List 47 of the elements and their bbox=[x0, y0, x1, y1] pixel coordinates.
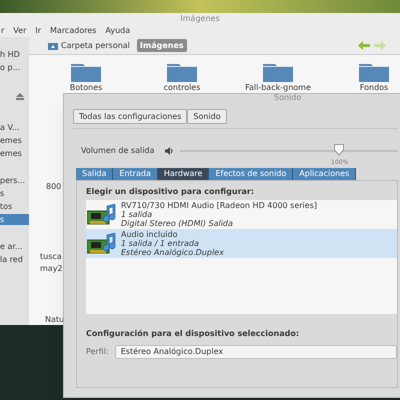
config-heading: Configuración para el dispositivo seleccionado: bbox=[86, 328, 300, 340]
dialog-title: Sonido bbox=[274, 92, 302, 104]
file-label: tusca bbox=[40, 251, 62, 263]
sound-card-icon bbox=[87, 232, 117, 254]
folder-icon[interactable] bbox=[167, 62, 197, 82]
tab[interactable]: Salida bbox=[76, 168, 114, 180]
device-row[interactable]: Audio incluido 1 salida / 1 entrada Estéreo Analógico.Duplex bbox=[86, 229, 397, 258]
nav-button[interactable]: Sonido bbox=[187, 109, 227, 124]
device-name: Audio incluido bbox=[121, 230, 178, 239]
menu-item[interactable]: Marcadores bbox=[50, 25, 96, 37]
tab[interactable]: Hardware bbox=[158, 168, 210, 180]
tab[interactable]: Efectos de sonido bbox=[209, 168, 294, 180]
slider-thumb[interactable] bbox=[334, 144, 344, 156]
path-button[interactable]: Carpeta personal bbox=[45, 39, 133, 52]
menu-item[interactable]: r bbox=[1, 25, 4, 37]
file-label: may2 bbox=[40, 263, 63, 275]
back-arrow-icon[interactable] bbox=[358, 41, 370, 50]
menu-item[interactable]: Ver bbox=[13, 25, 26, 37]
file-label: 800 bbox=[46, 181, 62, 193]
device-channels: 1 salida / 1 entrada bbox=[121, 239, 200, 248]
menu-item[interactable]: Ayuda bbox=[105, 25, 130, 37]
tab[interactable]: Entrada bbox=[113, 168, 158, 180]
nav-button[interactable]: Todas las configuraciones bbox=[73, 109, 188, 124]
folder-label: Fall-back-gnome bbox=[245, 82, 311, 94]
device-name: RV710/730 HDMI Audio [Radeon HD 4000 series] bbox=[121, 201, 317, 210]
folder-icon[interactable] bbox=[263, 62, 293, 82]
volume-label: Volumen de salida bbox=[81, 145, 156, 157]
device-heading: Elegir un dispositivo para configurar: bbox=[86, 186, 256, 198]
device-profile: Digital Stereo (HDMI) Salida bbox=[121, 219, 234, 228]
sound-card-icon bbox=[87, 204, 117, 226]
folder-label: Botones bbox=[70, 82, 102, 94]
profile-dropdown[interactable]: Estéreo Analógico.Duplex bbox=[114, 345, 397, 359]
speaker-icon bbox=[165, 147, 174, 155]
eject-icon[interactable] bbox=[16, 93, 24, 100]
folder-label: Fondos bbox=[360, 82, 388, 94]
tab[interactable]: Aplicaciones bbox=[293, 168, 356, 180]
folder-icon[interactable] bbox=[359, 62, 389, 82]
folder-icon[interactable] bbox=[71, 62, 101, 82]
home-folder-icon bbox=[48, 42, 58, 50]
folder-label: controles bbox=[164, 82, 200, 94]
menu-item[interactable]: Ir bbox=[35, 25, 42, 37]
device-profile: Estéreo Analógico.Duplex bbox=[121, 248, 224, 257]
profile-label: Perfil: bbox=[86, 346, 109, 358]
device-channels: 1 salida bbox=[121, 210, 154, 219]
window-title: Imágenes bbox=[179, 13, 221, 25]
sidebar-item[interactable]: s bbox=[0, 214, 29, 225]
device-row[interactable]: RV710/730 HDMI Audio [Radeon HD 4000 series] 1 salida Digital Stereo (HDMI) Salida bbox=[86, 200, 397, 229]
